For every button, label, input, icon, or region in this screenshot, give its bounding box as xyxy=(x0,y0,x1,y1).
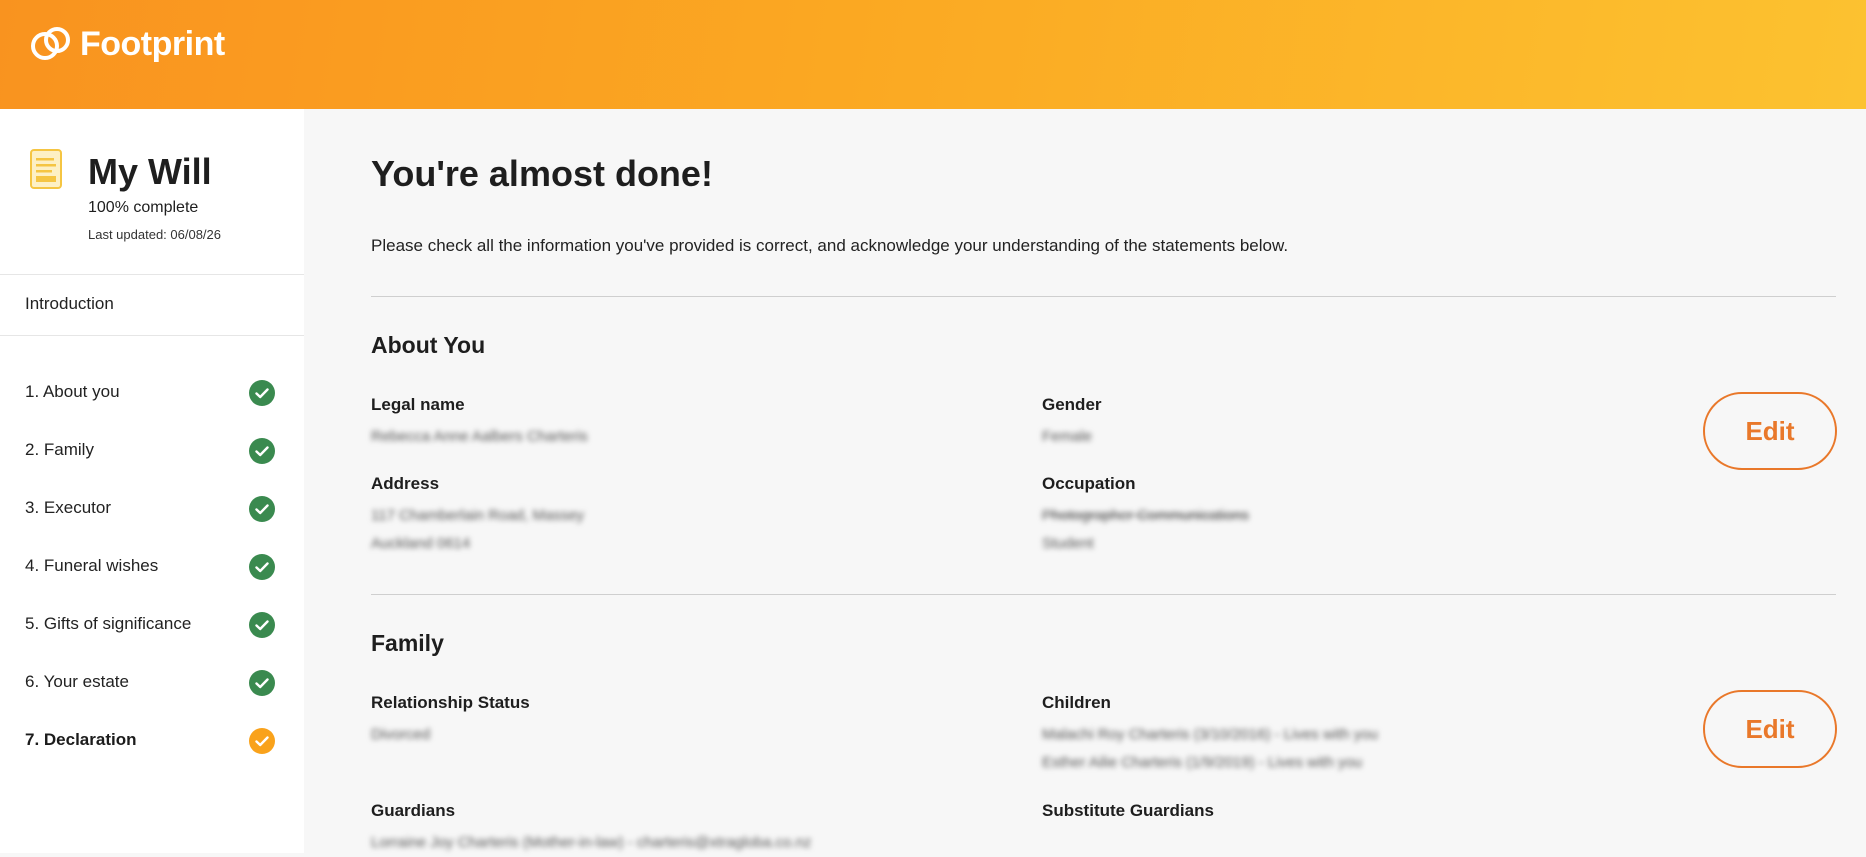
relationship-status-label: Relationship Status xyxy=(371,693,530,712)
will-document-icon xyxy=(30,149,62,189)
completion-status: 100% complete xyxy=(88,199,199,216)
sidebar-item-label: 4. Funeral wishes xyxy=(25,556,159,575)
sidebar-divider xyxy=(0,274,304,275)
sidebar-item-introduction[interactable]: Introduction xyxy=(25,294,114,314)
check-icon xyxy=(249,612,275,638)
sidebar-item-label: 3. Executor xyxy=(25,498,111,517)
will-title: My Will xyxy=(88,151,212,192)
address-label: Address xyxy=(371,474,440,493)
gender-value: Female xyxy=(1042,428,1093,445)
sidebar-item-funeral-wishes[interactable]: 4. Funeral wishes xyxy=(0,537,304,595)
section-title-family: Family xyxy=(371,630,444,656)
top-header: Footprint xyxy=(0,0,1866,109)
check-icon xyxy=(249,438,275,464)
relationship-status-value: Divorced xyxy=(371,726,431,743)
page-title: You're almost done! xyxy=(371,153,713,194)
children-line1: Malachi Roy Charteris (3/10/2016) - Live… xyxy=(1042,726,1378,743)
sidebar-item-your-estate[interactable]: 6. Your estate xyxy=(0,653,304,711)
legal-name-value: Rebecca Anne Aalbers Charteris xyxy=(371,428,588,445)
occupation-line2: Student xyxy=(1042,535,1094,552)
check-icon xyxy=(249,670,275,696)
footprint-logo[interactable]: Footprint xyxy=(30,24,225,64)
occupation-line1: Photographer Communications xyxy=(1042,507,1249,524)
gender-label: Gender xyxy=(1042,395,1102,414)
substitute-guardians-label: Substitute Guardians xyxy=(1042,801,1214,820)
check-icon xyxy=(249,728,275,754)
footprint-logo-icon xyxy=(31,27,70,60)
sidebar-item-label: 2. Family xyxy=(25,440,94,459)
edit-about-you-button[interactable]: Edit xyxy=(1703,392,1837,470)
children-line2: Esther Ailie Charteris (1/9/2019) - Live… xyxy=(1042,754,1363,771)
sidebar-item-gifts[interactable]: 5. Gifts of significance xyxy=(0,595,304,653)
check-icon xyxy=(249,380,275,406)
sidebar-nav: 1. About you 2. Family 3. Executor 4. Fu… xyxy=(0,363,304,769)
sidebar-item-label: 5. Gifts of significance xyxy=(25,614,192,633)
page-subtitle: Please check all the information you've … xyxy=(371,236,1289,255)
legal-name-label: Legal name xyxy=(371,395,465,414)
sidebar-item-declaration[interactable]: 7. Declaration xyxy=(0,711,304,769)
children-label: Children xyxy=(1042,693,1111,712)
address-line2: Auckland 0614 xyxy=(371,535,471,552)
sidebar-divider xyxy=(0,335,304,336)
sidebar-item-about-you[interactable]: 1. About you xyxy=(0,363,304,421)
check-icon xyxy=(249,496,275,522)
section-divider xyxy=(371,296,1836,297)
sidebar-item-executor[interactable]: 3. Executor xyxy=(0,479,304,537)
last-updated: Last updated: 06/08/26 xyxy=(88,227,222,242)
section-divider xyxy=(371,594,1836,595)
section-title-about-you: About You xyxy=(371,332,486,358)
sidebar-item-label: 6. Your estate xyxy=(25,672,129,691)
main-content: You're almost done! Please check all the… xyxy=(304,109,1866,853)
brand-name: Footprint xyxy=(80,24,225,63)
guardians-label: Guardians xyxy=(371,801,456,820)
check-icon xyxy=(249,554,275,580)
sidebar: My Will 100% complete Last updated: 06/0… xyxy=(0,109,304,853)
sidebar-item-family[interactable]: 2. Family xyxy=(0,421,304,479)
sidebar-item-label: 1. About you xyxy=(25,382,120,401)
sidebar-item-label: 7. Declaration xyxy=(25,730,137,749)
edit-family-button[interactable]: Edit xyxy=(1703,690,1837,768)
address-line1: 117 Chamberlain Road, Massey xyxy=(371,507,585,524)
occupation-label: Occupation xyxy=(1042,474,1136,493)
